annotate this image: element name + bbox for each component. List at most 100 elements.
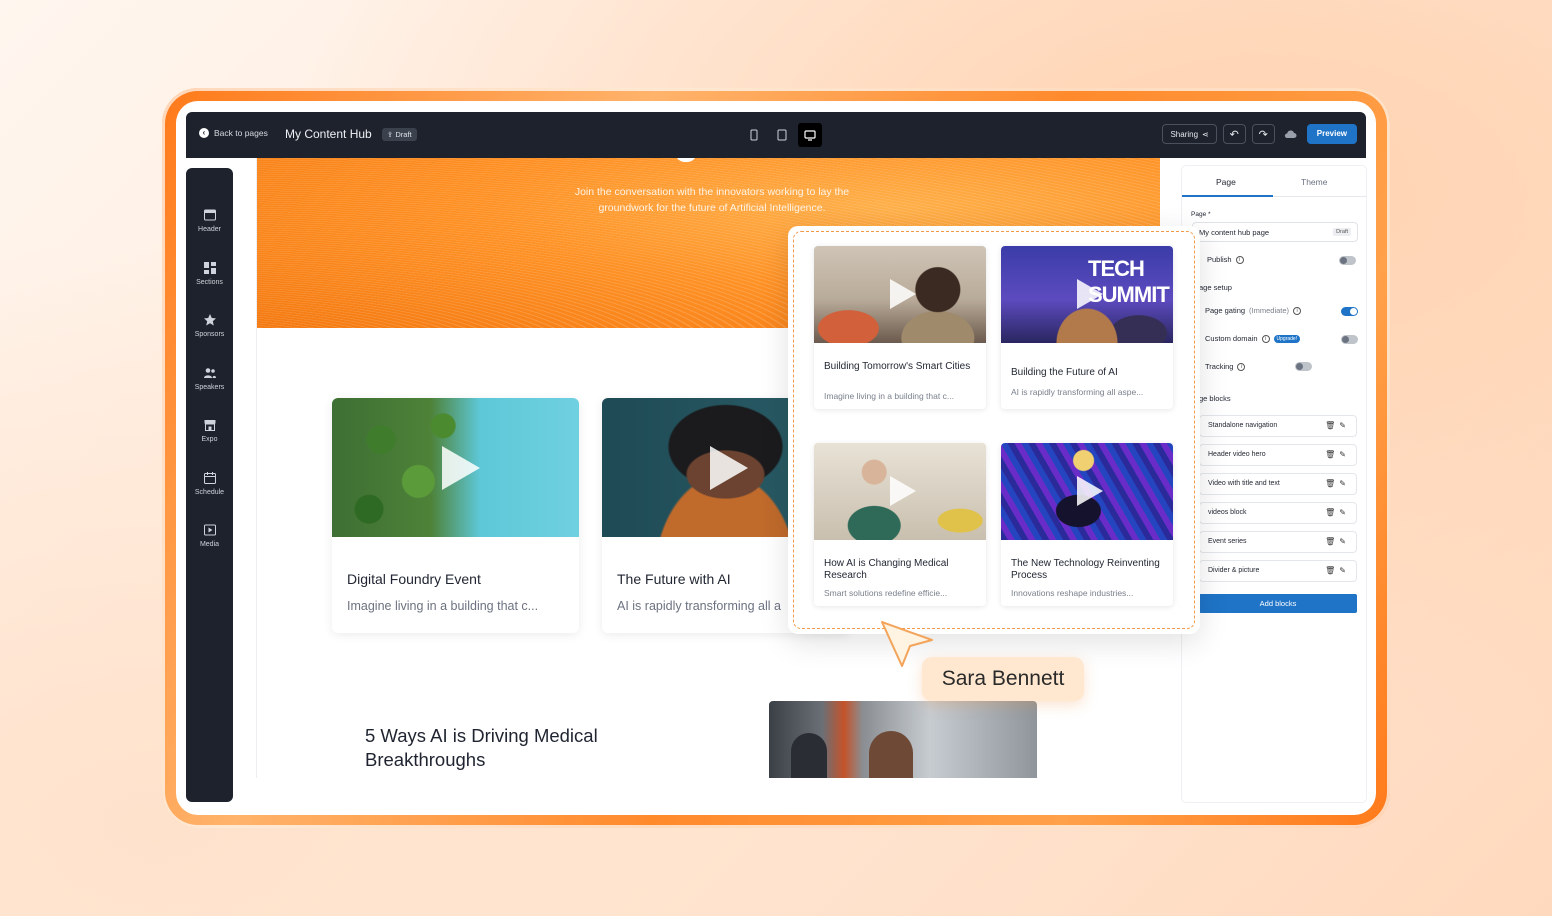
block-actions[interactable]: 🗑✎ bbox=[1325, 537, 1350, 546]
play-icon bbox=[1077, 279, 1103, 309]
tracking-row: Tracking i bbox=[1205, 362, 1246, 371]
info-icon: i bbox=[1237, 362, 1246, 371]
article-image bbox=[769, 701, 1037, 778]
block-actions[interactable]: 🗑✎ bbox=[1325, 566, 1350, 575]
video-card[interactable]: Digital Foundry Event Imagine living in … bbox=[332, 398, 579, 633]
block-label: videos block bbox=[1208, 509, 1247, 516]
page-block-item[interactable]: Standalone navigation 🗑✎ bbox=[1199, 415, 1357, 437]
play-icon bbox=[442, 446, 480, 490]
sections-icon bbox=[203, 262, 216, 274]
undo-button[interactable]: ↶ bbox=[1222, 124, 1246, 144]
page-block-item[interactable]: Video with title and text 🗑✎ bbox=[1199, 473, 1357, 495]
settings-panel: Page Theme Page * My content hub page Dr… bbox=[1182, 166, 1366, 802]
video-card[interactable]: How AI is Changing Medical Research Smar… bbox=[814, 443, 986, 606]
publish-toggle[interactable] bbox=[1339, 256, 1356, 265]
calendar-icon bbox=[203, 472, 216, 484]
block-actions[interactable]: 🗑✎ bbox=[1325, 421, 1350, 430]
play-icon bbox=[1077, 476, 1103, 506]
share-icon: ⋖ bbox=[1202, 129, 1209, 139]
panel-tabs: Page Theme bbox=[1182, 166, 1366, 197]
device-switcher bbox=[742, 123, 822, 147]
page-name-input[interactable]: My content hub page Draft bbox=[1192, 222, 1358, 242]
sidebar-item-label: Expo bbox=[201, 436, 218, 443]
selected-videos-block[interactable]: Building Tomorrow's Smart Cities Imagine… bbox=[788, 226, 1200, 634]
tab-page[interactable]: Page bbox=[1216, 177, 1236, 187]
card-title: Building Tomorrow's Smart Cities bbox=[824, 361, 971, 372]
page-gating-toggle[interactable] bbox=[1341, 307, 1358, 316]
sharing-button[interactable]: Sharing ⋖ bbox=[1162, 124, 1217, 144]
article-title: 5 Ways AI is Driving Medical Breakthroug… bbox=[365, 725, 598, 770]
mobile-icon bbox=[750, 129, 758, 141]
status-badge: ⇪ Draft bbox=[382, 128, 417, 141]
upgrade-badge[interactable]: Upgrade! bbox=[1273, 334, 1301, 343]
info-icon: i bbox=[1235, 255, 1244, 264]
custom-domain-toggle[interactable] bbox=[1341, 335, 1358, 344]
redo-icon: ↷ bbox=[1258, 128, 1268, 141]
video-card[interactable]: Building Tomorrow's Smart Cities Imagine… bbox=[814, 246, 986, 409]
page-name-value: My content hub page bbox=[1199, 228, 1270, 237]
sidebar-item-sections[interactable]: Sections bbox=[186, 261, 233, 286]
tracking-toggle[interactable] bbox=[1295, 362, 1312, 371]
page-block-item[interactable]: Header video hero 🗑✎ bbox=[1199, 444, 1357, 466]
play-icon bbox=[710, 446, 748, 490]
tablet-icon bbox=[777, 129, 787, 141]
cloud-save-icon bbox=[1281, 124, 1301, 144]
page-block-item[interactable]: videos block 🗑✎ bbox=[1199, 502, 1357, 524]
star-icon bbox=[203, 314, 216, 326]
back-to-pages-link[interactable]: ‹ Back to pages bbox=[199, 128, 268, 138]
booth-icon bbox=[204, 420, 215, 431]
publish-row: Publish i bbox=[1207, 255, 1244, 264]
desktop-view-button[interactable] bbox=[798, 123, 822, 147]
hero-title-fragment bbox=[675, 158, 697, 162]
custom-domain-row: Custom domain i Upgrade! bbox=[1205, 334, 1301, 343]
card-title: The New Technology Reinventing Process bbox=[1011, 558, 1160, 581]
video-card[interactable]: TECH SUMMIT Building the Future of AI AI… bbox=[1001, 246, 1173, 409]
sidebar-item-sponsors[interactable]: Sponsors bbox=[186, 313, 233, 338]
back-label: Back to pages bbox=[214, 128, 268, 138]
sidebar-item-header[interactable]: Header bbox=[186, 208, 233, 233]
sidebar-item-label: Header bbox=[198, 226, 221, 233]
back-arrow-icon: ‹ bbox=[199, 128, 209, 138]
block-actions[interactable]: 🗑✎ bbox=[1325, 479, 1350, 488]
video-card[interactable]: The New Technology Reinventing Process I… bbox=[1001, 443, 1173, 606]
play-icon bbox=[890, 476, 916, 506]
block-label: Event series bbox=[1208, 538, 1247, 545]
page-setup-heading: age setup bbox=[1199, 283, 1232, 292]
redo-button[interactable]: ↷ bbox=[1251, 124, 1275, 144]
sharing-label: Sharing bbox=[1170, 129, 1199, 139]
sidebar-item-speakers[interactable]: Speakers bbox=[186, 366, 233, 391]
card-title: Building the Future of AI bbox=[1011, 367, 1118, 378]
header-icon bbox=[203, 209, 216, 221]
sidebar-item-schedule[interactable]: Schedule bbox=[186, 471, 233, 496]
person-figure bbox=[791, 733, 827, 778]
sidebar-item-label: Media bbox=[199, 541, 220, 548]
preview-button[interactable]: Preview bbox=[1306, 124, 1357, 144]
card-description: Imagine living in a building that c... bbox=[824, 391, 954, 401]
page-field-label: Page * bbox=[1191, 211, 1211, 218]
mobile-view-button[interactable] bbox=[742, 123, 766, 147]
page-gating-row: Page gating (Immediate) i bbox=[1205, 306, 1302, 315]
undo-icon: ↶ bbox=[1229, 128, 1239, 141]
card-description: Innovations reshape industries... bbox=[1011, 588, 1134, 598]
page-gating-mode: (Immediate) bbox=[1249, 306, 1290, 315]
page-block-item[interactable]: Event series 🗑✎ bbox=[1199, 531, 1357, 553]
sidebar-item-label: Sponsors bbox=[194, 331, 225, 338]
page-title: My Content Hub bbox=[285, 127, 372, 141]
card-description: Smart solutions redefine efficie... bbox=[824, 588, 948, 598]
top-toolbar: ‹ Back to pages My Content Hub ⇪ Draft S… bbox=[186, 112, 1366, 158]
add-blocks-button[interactable]: Add blocks bbox=[1199, 594, 1357, 613]
block-actions[interactable]: 🗑✎ bbox=[1325, 450, 1350, 459]
tablet-view-button[interactable] bbox=[770, 123, 794, 147]
block-actions[interactable]: 🗑✎ bbox=[1325, 508, 1350, 517]
page-block-item[interactable]: Divider & picture 🗑✎ bbox=[1199, 560, 1357, 582]
info-icon: i bbox=[1293, 306, 1302, 315]
sidebar-item-label: Speakers bbox=[194, 384, 225, 391]
sidebar-item-expo[interactable]: Expo bbox=[186, 418, 233, 443]
tab-theme[interactable]: Theme bbox=[1301, 177, 1327, 187]
block-label: Video with title and text bbox=[1208, 480, 1280, 487]
publish-label: Publish bbox=[1207, 255, 1232, 264]
collaborator-name-tag: Sara Bennett bbox=[922, 657, 1084, 701]
page-draft-badge: Draft bbox=[1333, 228, 1351, 236]
sidebar-item-media[interactable]: Media bbox=[186, 523, 233, 548]
block-label: Header video hero bbox=[1208, 451, 1266, 458]
